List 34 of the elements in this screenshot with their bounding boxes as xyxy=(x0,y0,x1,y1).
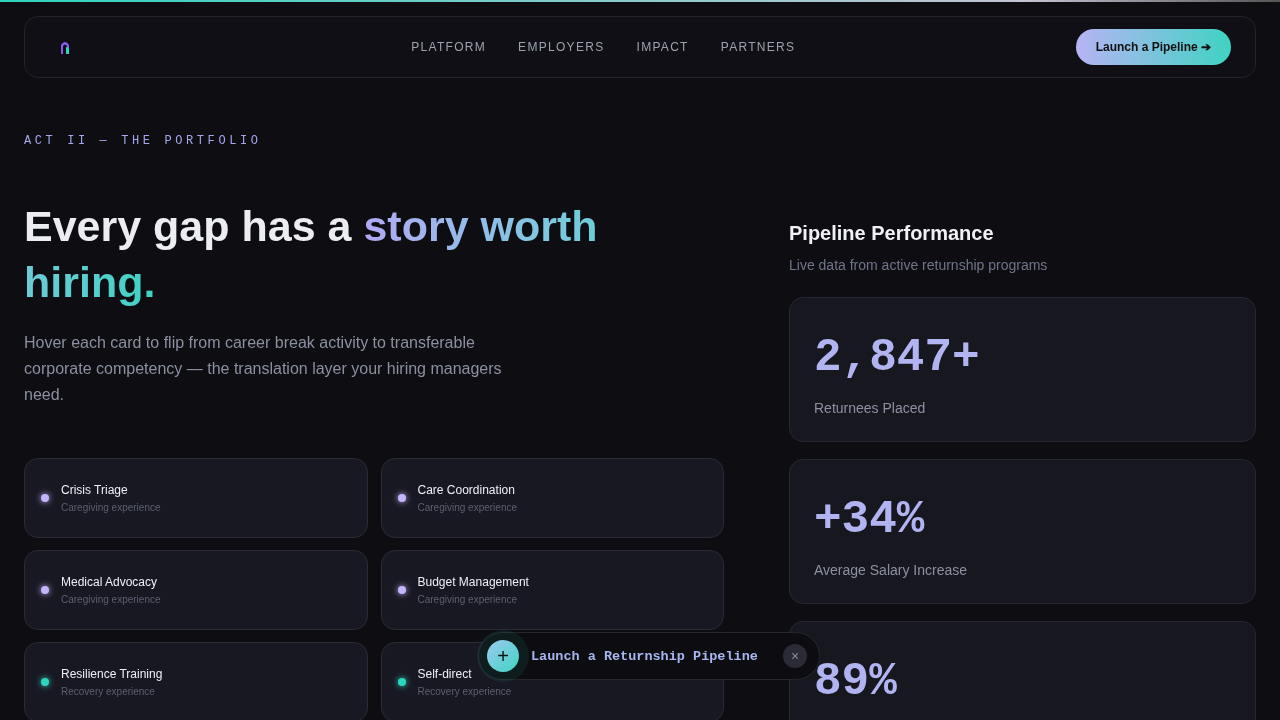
card-title: Care Coordination xyxy=(417,483,516,497)
card-subtitle: Recovery experience xyxy=(417,686,512,697)
section-eyebrow: ACT II — THE PORTFOLIO xyxy=(24,134,263,148)
card-subtitle: Recovery experience xyxy=(61,686,156,697)
stat-value: 2,847+ xyxy=(814,331,981,386)
card-title: Crisis Triage xyxy=(61,483,129,497)
skill-card[interactable]: Care Coordination Caregiving experience xyxy=(380,458,724,538)
skill-card[interactable]: Medical Advocacy Caregiving experience xyxy=(24,550,368,630)
hero-description: Hover each card to flip from career break activity to transferable corporate competency — the translation layer your hiring managers need. xyxy=(24,333,503,405)
nav-link[interactable]: PLATFORM xyxy=(411,40,487,54)
card-subtitle: Caregiving experience xyxy=(417,594,518,605)
card-subtitle: Caregiving experience xyxy=(417,502,517,513)
card-title: Medical Advocacy xyxy=(61,575,159,589)
card-title: Budget Management xyxy=(417,575,529,589)
add-button[interactable]: + xyxy=(487,640,519,672)
skill-card[interactable]: Budget Management Caregiving experience xyxy=(380,550,724,630)
skill-card[interactable]: Resilience Training Recovery experience xyxy=(24,642,368,720)
nav-link[interactable]: EMPLOYERS xyxy=(518,40,605,54)
nav-link[interactable]: IMPACT xyxy=(636,40,689,54)
stat-value: +34% xyxy=(814,493,926,548)
panel-subtitle: Live data from active returnship programs xyxy=(789,257,1049,273)
panel-title: Pipeline Performance xyxy=(789,222,995,245)
card-title: Self-direct xyxy=(417,667,473,681)
card-subtitle: Caregiving experience xyxy=(61,502,161,513)
nav-link[interactable]: PARTNERS xyxy=(720,40,796,54)
card-title: Resilience Training xyxy=(61,667,163,681)
stat-label: Average Salary Increase xyxy=(814,562,969,578)
launch-pipeline-button[interactable]: Launch a Pipeline ➔ xyxy=(1075,29,1231,65)
stat-value: 89% xyxy=(814,655,898,710)
card-subtitle: Caregiving experience xyxy=(61,594,161,605)
logo-icon[interactable] xyxy=(59,39,71,55)
close-button[interactable]: × xyxy=(783,644,807,668)
stat-label: Returnees Placed xyxy=(814,400,927,416)
skill-card[interactable]: Crisis Triage Caregiving experience xyxy=(24,458,368,538)
